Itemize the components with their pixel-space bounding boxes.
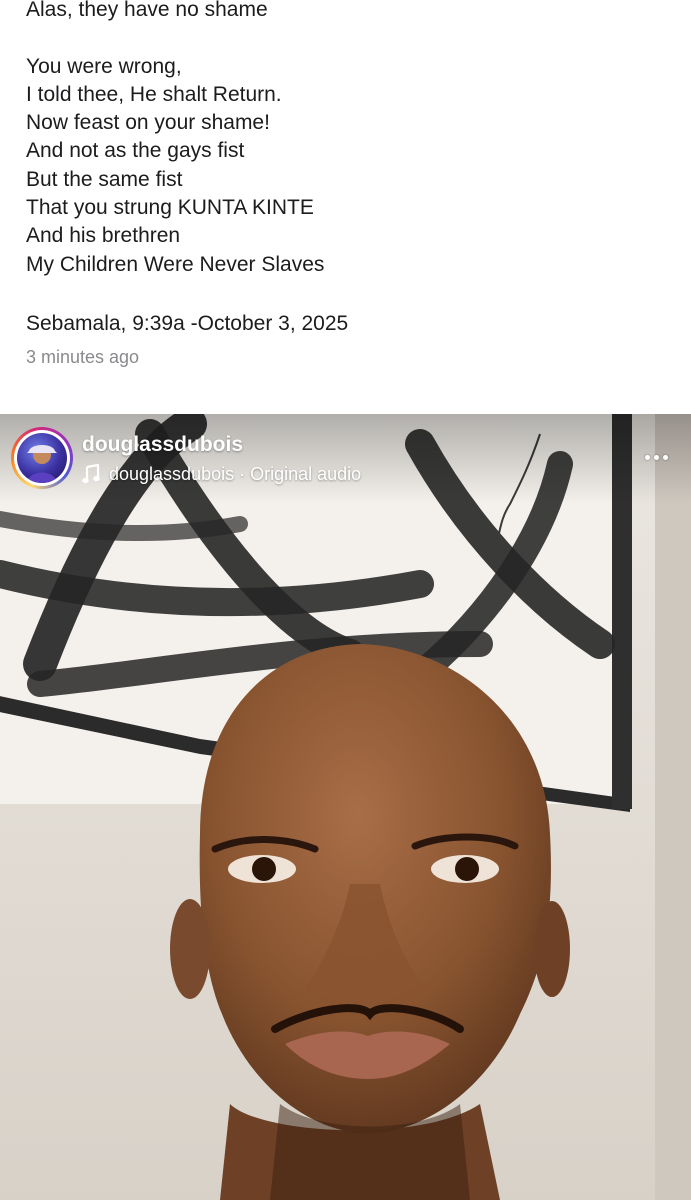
- caption-line: Alas, they have no shame: [26, 0, 268, 21]
- caption-line: That you strung KUNTA KINTE: [26, 196, 314, 220]
- avatar[interactable]: [17, 433, 67, 483]
- more-options-button[interactable]: [636, 442, 676, 472]
- post-screenshot: Alas, they have no shame You were wrong,…: [0, 0, 691, 1200]
- caption-line: But the same fist: [26, 167, 183, 191]
- caption-signature: Sebamala, 9:39a -October 3, 2025: [26, 312, 349, 335]
- reel-video[interactable]: douglassdubois douglassdubois · Original…: [0, 414, 691, 1200]
- reel-audio[interactable]: douglassdubois · Original audio: [82, 462, 361, 486]
- caption-line: And not as the gays fist: [26, 139, 245, 163]
- caption-line: And his brethren: [26, 224, 181, 248]
- reel-username[interactable]: douglassdubois: [82, 433, 243, 457]
- avatar-ring-gap: [14, 430, 70, 486]
- wall-edge: [655, 414, 691, 1200]
- caption-poem: Alas, they have no shame You were wrong,…: [26, 0, 324, 279]
- audio-title: Original audio: [250, 463, 362, 484]
- music-note-icon: [82, 464, 100, 484]
- audio-separator: ·: [234, 463, 251, 484]
- caption-line: [26, 24, 324, 52]
- caption-line: I told thee, He shalt Return.: [26, 82, 282, 106]
- more-horizontal-icon: [653, 454, 659, 460]
- video-frame: [0, 414, 691, 1200]
- reel-header: [0, 414, 691, 504]
- caption-line: You were wrong,: [26, 54, 182, 78]
- caption-line: Now feast on your shame!: [26, 111, 270, 135]
- caption-line: My Children Were Never Slaves: [26, 252, 325, 276]
- post-caption: Alas, they have no shame You were wrong,…: [0, 0, 691, 414]
- more-horizontal-icon: [644, 454, 650, 460]
- post-timestamp[interactable]: 3 minutes ago: [26, 345, 139, 369]
- avatar-story-ring[interactable]: [11, 427, 73, 489]
- more-horizontal-icon: [662, 454, 668, 460]
- audio-owner: douglassdubois: [109, 463, 235, 484]
- avatar-image: [27, 445, 57, 483]
